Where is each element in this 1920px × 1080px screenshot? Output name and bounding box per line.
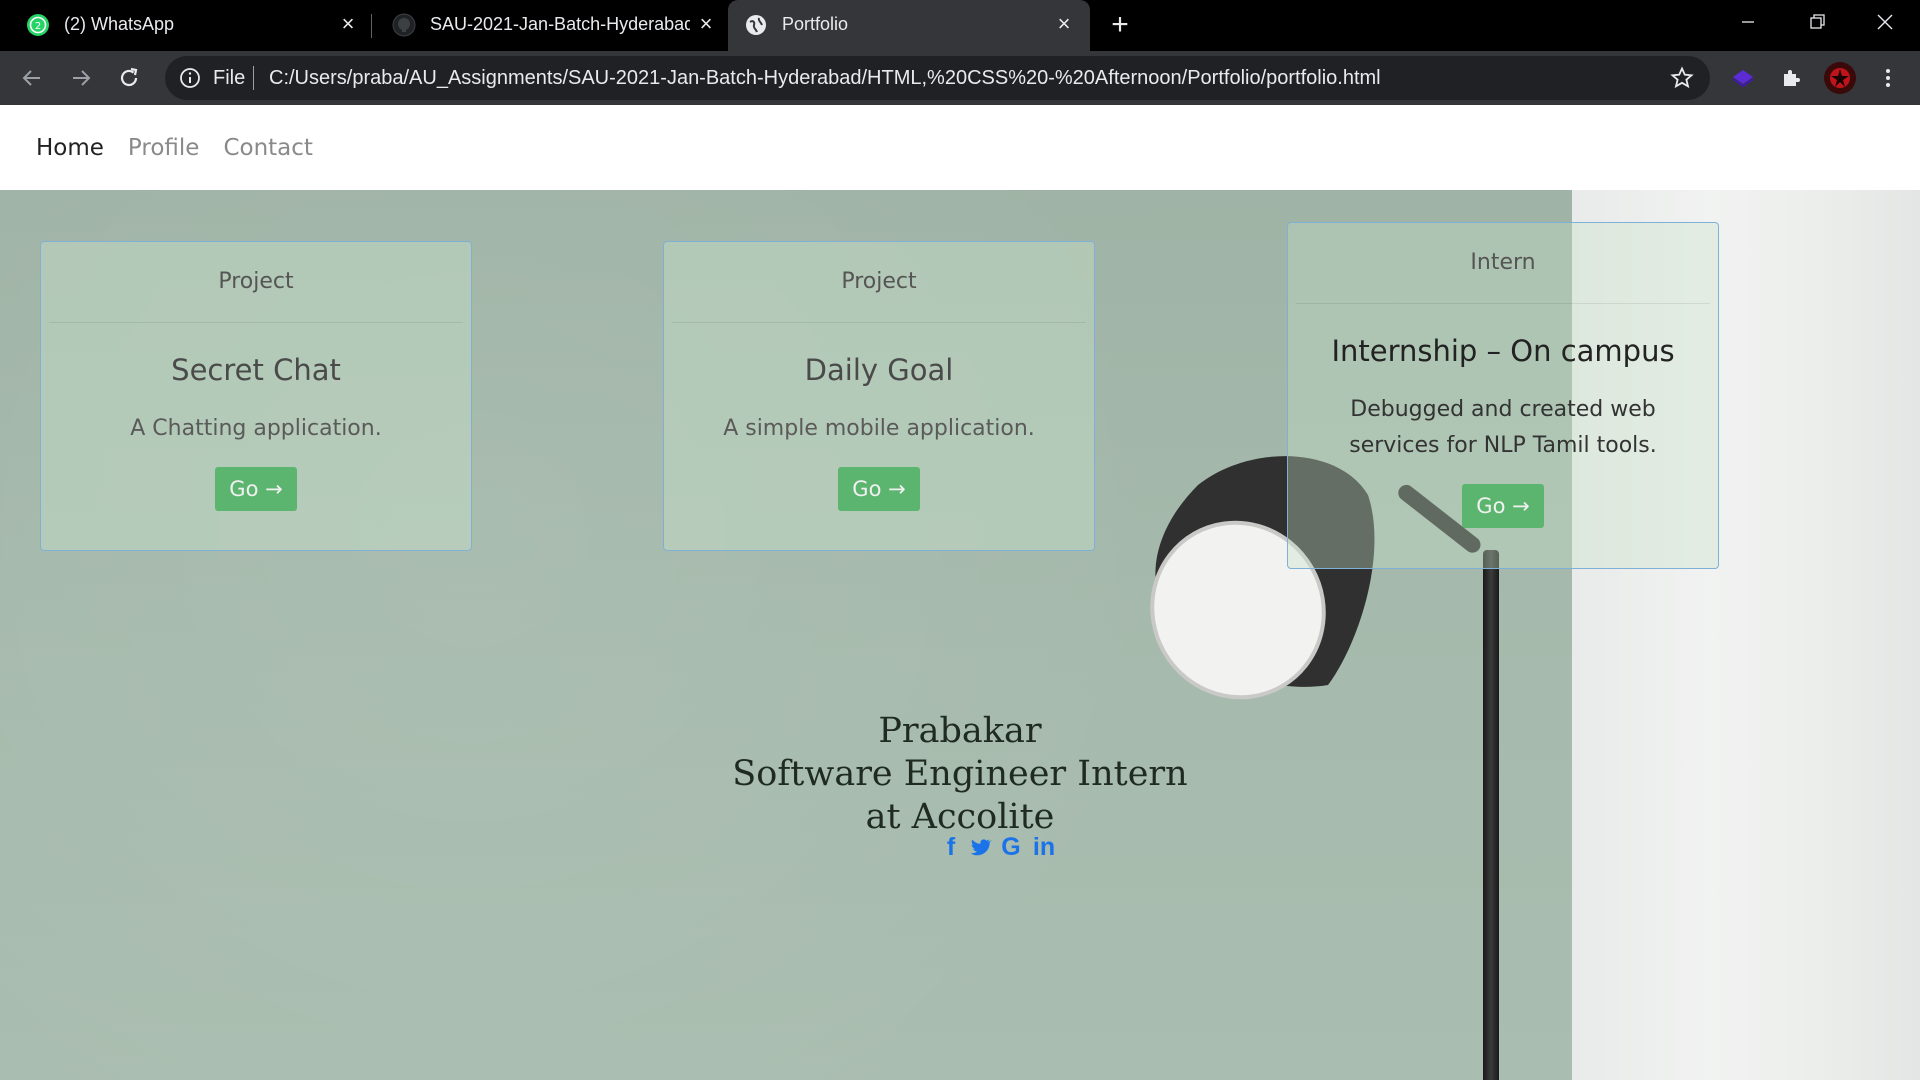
hero-section: Project Secret Chat A Chatting applicati… [0,190,1920,1080]
bio-company: at Accolite [865,797,1055,837]
reload-icon [120,67,138,87]
whatsapp-icon: 2 [27,14,49,36]
close-icon[interactable]: × [1052,12,1076,36]
extension-button[interactable] [1728,63,1758,93]
go-button[interactable]: Go → [838,467,920,511]
tab-portfolio[interactable]: Portfolio × [728,0,1090,51]
social-links: f G in [940,835,1058,860]
minimize-button[interactable] [1713,0,1783,44]
url-text[interactable]: C:/Users/praba/AU_Assignments/SAU-2021-J… [269,67,1381,90]
card-title: Secret Chat [171,353,341,387]
github-icon [392,13,416,37]
tab-whatsapp[interactable]: 2 (2) WhatsApp × [10,0,366,51]
url-scheme: File [213,67,246,89]
go-button[interactable]: Go → [1462,484,1544,528]
nav-home[interactable]: Home [36,135,104,161]
bio-name: Prabakar [878,711,1042,751]
restore-button[interactable] [1783,0,1853,44]
forward-button[interactable] [66,63,96,93]
card-title: Internship – On campus [1331,334,1675,368]
close-window-button[interactable] [1850,0,1920,44]
nav-contact[interactable]: Contact [223,135,312,161]
project-card: Project Daily Goal A simple mobile appli… [663,241,1095,551]
tab-title: (2) WhatsApp [64,14,175,34]
card-text: A simple mobile application. [723,416,1035,441]
profile-avatar[interactable] [1822,60,1858,96]
close-icon[interactable]: × [694,12,718,36]
facebook-icon[interactable]: f [940,835,962,860]
tab-strip: 2 (2) WhatsApp × SAU-2021-Jan-Batch-Hyde… [0,0,1920,51]
address-bar[interactable]: File C:/Users/praba/AU_Assignments/SAU-2… [165,56,1710,100]
arrow-left-icon [22,70,40,86]
restore-icon [1810,14,1825,29]
back-button[interactable] [17,63,47,93]
close-icon [1877,14,1893,30]
diamond-extension-icon [1732,70,1754,88]
card-title: Daily Goal [804,353,954,387]
svg-text:2: 2 [35,21,41,32]
info-icon[interactable] [179,67,201,89]
twitter-icon[interactable] [970,835,992,859]
tab-title: Portfolio [782,14,849,34]
bio-text: Prabakar Software Engineer Intern at Acc… [560,710,1360,839]
card-header: Intern [1296,223,1710,304]
star-icon[interactable] [1670,66,1694,90]
navbar: Home Profile Contact [0,105,1920,190]
google-icon[interactable]: G [1000,835,1022,860]
go-button[interactable]: Go → [215,467,297,511]
browser-toolbar: File C:/Users/praba/AU_Assignments/SAU-2… [0,51,1920,105]
new-tab-button[interactable]: + [1104,10,1136,42]
tab-separator [371,14,372,38]
divider [253,66,254,90]
reload-button[interactable] [114,63,144,93]
arrow-right-icon [73,70,91,86]
lamp-pole [1483,550,1499,1080]
puzzle-icon [1784,70,1800,86]
tab-github[interactable]: SAU-2021-Jan-Batch-Hyderabad/ × [376,0,728,51]
avatar-icon [1824,62,1856,94]
bio-role: Software Engineer Intern [732,754,1188,794]
close-icon[interactable]: × [336,12,360,36]
menu-button[interactable] [1873,63,1903,93]
more-vertical-icon [1886,69,1890,87]
page-viewport: Home Profile Contact Project Secret Chat… [0,105,1920,1080]
minimize-icon [1742,21,1754,23]
card-header: Project [49,242,463,323]
card-text: Debugged and created web services for NL… [1349,397,1657,458]
intern-card: Intern Internship – On campus Debugged a… [1287,222,1719,569]
extensions-button[interactable] [1776,63,1806,93]
nav-profile[interactable]: Profile [128,135,200,161]
tab-title: SAU-2021-Jan-Batch-Hyderabad/ [430,14,690,34]
project-card: Project Secret Chat A Chatting applicati… [40,241,472,551]
card-header: Project [672,242,1086,323]
card-text: A Chatting application. [130,416,382,441]
globe-icon [746,15,766,35]
linkedin-icon[interactable]: in [1030,835,1058,860]
